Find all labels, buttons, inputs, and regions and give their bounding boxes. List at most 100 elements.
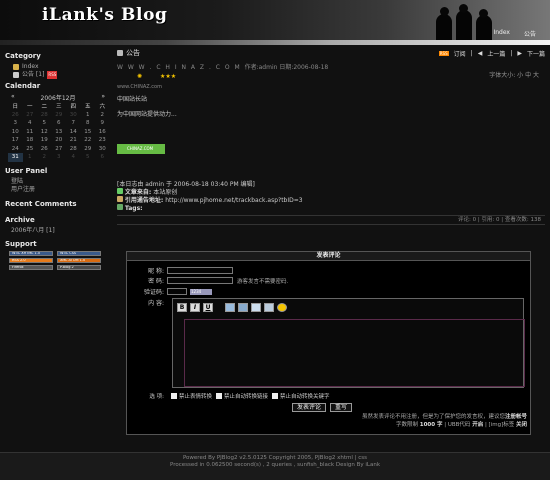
calendar-next-button[interactable]: » bbox=[101, 93, 105, 102]
header: iLank's Blog Index 公告 bbox=[0, 0, 550, 40]
trackback-icon bbox=[117, 196, 123, 202]
font-size-control[interactable]: 字体大小: 小 中 大 bbox=[489, 70, 539, 79]
content-row: 内 容: bbox=[127, 298, 167, 307]
atom-badge[interactable]: XML ATOM 1.0 bbox=[57, 257, 101, 263]
trackback-label: 引用通告地址: bbox=[124, 197, 164, 204]
calendar-day: 5 bbox=[42, 120, 47, 127]
calendar-day: 20 bbox=[55, 137, 63, 144]
calendar-day: 3 bbox=[13, 120, 18, 127]
archive-item[interactable]: 2006年八月 [1] bbox=[5, 227, 111, 235]
calendar-prev-button[interactable]: « bbox=[11, 93, 15, 102]
post-line: 中国站长站 bbox=[117, 96, 148, 103]
top-nav: Index 公告 bbox=[493, 29, 536, 38]
limit-label: 字数限制 bbox=[396, 422, 419, 428]
from-label: 文章来自: bbox=[124, 189, 152, 196]
ubb-label: | UBB代码 bbox=[444, 422, 471, 428]
comment-form: 发表评论 昵 称: 密 码: 游客发言不需要密码. 验证码: 1234 内 容:… bbox=[126, 251, 531, 435]
prev-post-link[interactable]: 上一篇 bbox=[487, 49, 505, 58]
nav-notice[interactable]: 公告 bbox=[524, 29, 536, 38]
no-autolink-checkbox[interactable] bbox=[216, 393, 223, 399]
register-link[interactable]: 用户注册 bbox=[5, 186, 111, 194]
firefox-badge[interactable]: Firefox bbox=[9, 264, 53, 270]
trackback-url[interactable]: http://www.pjhome.net/trackback.asp?tbID… bbox=[165, 197, 302, 204]
next-post-link[interactable]: 下一篇 bbox=[527, 49, 545, 58]
nav-index[interactable]: Index bbox=[493, 29, 510, 38]
reset-button[interactable]: 重写 bbox=[330, 403, 353, 412]
post-header: 公告 RSS 订阅 | ◀ 上一篇 | ▶ 下一篇 bbox=[117, 48, 545, 58]
post-tools: RSS 订阅 | ◀ 上一篇 | ▶ 下一篇 bbox=[438, 49, 545, 58]
calendar-day: 16 bbox=[98, 128, 106, 135]
submit-comment-button[interactable]: 发表评论 bbox=[292, 403, 327, 412]
img-label: | [img]标签 bbox=[484, 422, 515, 428]
calendar-day: 13 bbox=[55, 128, 63, 135]
comment-textarea[interactable] bbox=[184, 319, 525, 387]
support-badges: W3C XHTML 1.0 W3C CSS RSS 2.0 XML ATOM 1… bbox=[9, 250, 111, 270]
quote-icon[interactable] bbox=[264, 303, 274, 312]
calendar-day: 15 bbox=[84, 128, 92, 135]
post-footer-meta: [本日志由 admin 于 2006-08-18 03:40 PM 编辑] 文章… bbox=[117, 181, 545, 212]
options-label: 选 项: bbox=[149, 394, 164, 400]
next-arrow-icon: ▶ bbox=[517, 49, 522, 57]
smiley-icon[interactable] bbox=[277, 303, 287, 312]
category-index[interactable]: Index bbox=[5, 63, 111, 71]
calendar-day-today[interactable]: 31 bbox=[8, 153, 23, 162]
email-icon[interactable] bbox=[251, 303, 261, 312]
subscribe-link[interactable]: 订阅 bbox=[454, 49, 466, 58]
image-icon[interactable] bbox=[225, 303, 235, 312]
no-smiley-checkbox[interactable] bbox=[171, 393, 177, 399]
site-name: W W W . C H I N A Z . C O M bbox=[117, 64, 242, 71]
nickname-input[interactable] bbox=[167, 267, 233, 274]
rss-feed-badge[interactable]: RSS 2.0 bbox=[9, 257, 53, 263]
calendar-day: 12 bbox=[40, 128, 48, 135]
home-icon bbox=[13, 64, 19, 70]
edit-note: [本日志由 admin 于 2006-08-18 03:40 PM 编辑] bbox=[117, 181, 255, 188]
calendar-day: 26 bbox=[11, 111, 19, 118]
post-line: 为中国网站提供动力... bbox=[117, 111, 177, 118]
rating-stars: ✺ ★★★ bbox=[137, 73, 545, 80]
underline-button[interactable]: U bbox=[203, 303, 213, 312]
calendar-day: 18 bbox=[26, 137, 34, 144]
no-keyword-checkbox[interactable] bbox=[272, 393, 279, 399]
calendar-grid: 日 一 二 三 四 五 六 26 27 28 29 30 1 2 3 4 5 6… bbox=[8, 102, 110, 162]
ubb-state: 开启 bbox=[472, 422, 484, 428]
calendar-day: 5 bbox=[86, 154, 90, 161]
register-account-link[interactable]: 注册帐号 bbox=[505, 414, 527, 420]
blog-title[interactable]: iLank's Blog bbox=[42, 5, 168, 25]
calendar-day: 30 bbox=[69, 111, 77, 118]
calendar-day: 6 bbox=[100, 154, 105, 161]
login-link[interactable]: 登陆 bbox=[5, 178, 111, 186]
post-title[interactable]: 公告 bbox=[126, 48, 140, 58]
calendar-day: 29 bbox=[84, 145, 92, 152]
prev-arrow-icon: ◀ bbox=[477, 49, 483, 57]
calendar-day: 29 bbox=[55, 111, 63, 118]
captcha-input[interactable] bbox=[167, 288, 187, 295]
captcha-row: 验证码: 1234 bbox=[127, 287, 212, 296]
limit-value: 1000 字 bbox=[419, 422, 443, 428]
weekday: 二 bbox=[41, 104, 47, 111]
category-notice-label: 公告 [1] bbox=[22, 71, 45, 78]
category-notice[interactable]: 公告 [1] RSS bbox=[5, 71, 111, 79]
calendar-day: 14 bbox=[69, 128, 77, 135]
form-buttons: 发表评论 重写 bbox=[292, 403, 353, 412]
xhtml-badge[interactable]: W3C XHTML 1.0 bbox=[9, 250, 53, 256]
pjblog-badge[interactable]: P.Blog 2 bbox=[57, 264, 101, 270]
calendar-month: 2006年12月 bbox=[40, 95, 76, 102]
calendar-day: 26 bbox=[40, 145, 48, 152]
calendar-day: 1 bbox=[86, 111, 90, 118]
password-input[interactable] bbox=[167, 277, 233, 284]
note-text: 虽然发表评论不用注册，但是为了保护您的发言权，建议您 bbox=[361, 414, 505, 420]
content-label: 内 容: bbox=[148, 300, 164, 307]
rss-badge[interactable]: RSS bbox=[47, 71, 58, 79]
css-badge[interactable]: W3C CSS bbox=[57, 250, 101, 256]
comment-editor: B I U bbox=[172, 298, 525, 388]
italic-button[interactable]: I bbox=[190, 303, 200, 312]
tags-row: Tags: bbox=[117, 204, 545, 212]
main-content: 公告 RSS 订阅 | ◀ 上一篇 | ▶ 下一篇 W W W . C H I … bbox=[117, 48, 545, 225]
rss-icon[interactable]: RSS bbox=[438, 50, 449, 56]
weekday: 五 bbox=[84, 104, 91, 111]
calendar-day: 9 bbox=[100, 120, 105, 127]
from-value: 本站原创 bbox=[153, 189, 178, 196]
footer-powered: Powered By PJBlog2 v2.5.0125 Copyright 2… bbox=[182, 455, 368, 461]
link-icon[interactable] bbox=[238, 303, 248, 312]
bold-button[interactable]: B bbox=[177, 303, 187, 312]
